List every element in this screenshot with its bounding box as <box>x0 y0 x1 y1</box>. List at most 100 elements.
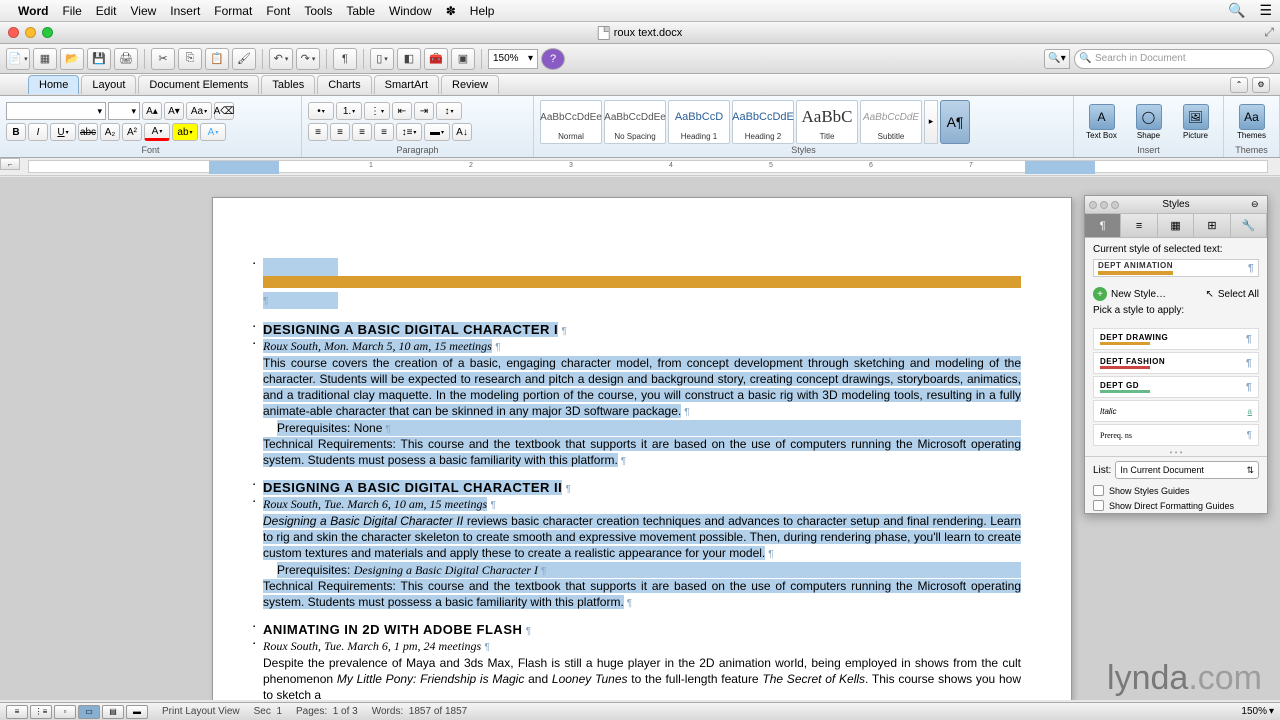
style-entry-fashion[interactable]: DEPT FASHION¶ <box>1093 352 1259 374</box>
increase-indent-button[interactable]: ⇥ <box>414 102 434 120</box>
shading-button[interactable]: ▬ <box>424 123 450 141</box>
print-button[interactable]: 🖨 <box>114 48 138 70</box>
menu-edit[interactable]: Edit <box>96 4 117 18</box>
ribbon-collapse-button[interactable]: ⌃ <box>1230 77 1248 93</box>
superscript-button[interactable]: A² <box>122 123 142 141</box>
style-subtitle[interactable]: AaBbCcDdESubtitle <box>860 100 922 144</box>
page[interactable]: ¶ DESIGNING A BASIC DIGITAL CHARACTER I … <box>212 197 1072 700</box>
styles-panel-titlebar[interactable]: Styles ⊖ <box>1085 196 1267 214</box>
tab-selector[interactable]: ⌐ <box>0 158 20 170</box>
new-document-button[interactable]: 📄 <box>6 48 30 70</box>
style-entry-prereq[interactable]: Prereq. ns¶ <box>1093 424 1259 446</box>
menu-font[interactable]: Font <box>266 4 290 18</box>
open-button[interactable]: 📂 <box>60 48 84 70</box>
change-case-button[interactable]: Aa <box>186 102 212 120</box>
paste-button[interactable]: 📋 <box>205 48 229 70</box>
style-heading1[interactable]: AaBbCcDHeading 1 <box>668 100 730 144</box>
style-entry-italic[interactable]: Italica <box>1093 400 1259 422</box>
sp-tab-show[interactable]: ▦ <box>1158 214 1194 237</box>
horizontal-ruler[interactable]: ⌐ 1 2 3 4 5 6 7 <box>0 158 1280 176</box>
underline-button[interactable]: U <box>50 123 76 141</box>
multilevel-button[interactable]: ⋮ <box>364 102 390 120</box>
tab-layout[interactable]: Layout <box>81 75 136 94</box>
style-heading2[interactable]: AaBbCcDdEHeading 2 <box>732 100 794 144</box>
window-zoom-button[interactable] <box>42 27 53 38</box>
app-name[interactable]: Word <box>18 4 48 18</box>
style-entry-gd[interactable]: DEPT GD¶ <box>1093 376 1259 398</box>
sp-tab-mgr[interactable]: ⊞ <box>1194 214 1230 237</box>
tab-review[interactable]: Review <box>441 75 499 94</box>
view-outline-button[interactable]: ⋮≡ <box>30 705 52 719</box>
new-style-icon[interactable]: + <box>1093 287 1107 301</box>
new-style-button[interactable]: New Style… <box>1111 289 1166 300</box>
styles-panel[interactable]: Styles ⊖ ¶ ≡ ▦ ⊞ 🔧 Current style of sele… <box>1084 195 1268 514</box>
document-area[interactable]: ¶ DESIGNING A BASIC DIGITAL CHARACTER I … <box>0 177 1280 700</box>
styles-more-button[interactable]: ▸ <box>924 100 938 144</box>
shrink-font-button[interactable]: A▾ <box>164 102 184 120</box>
copy-button[interactable]: ⎘ <box>178 48 202 70</box>
grow-font-button[interactable]: A▴ <box>142 102 162 120</box>
text-direction-button[interactable]: ↕ <box>436 102 462 120</box>
toolbox-button[interactable]: 🧰 <box>424 48 448 70</box>
line-spacing-button[interactable]: ↕≡ <box>396 123 422 141</box>
sidebar-button[interactable]: ◧ <box>397 48 421 70</box>
spotlight-icon[interactable]: 🔍 <box>1228 2 1245 19</box>
view-print-layout-button[interactable]: ▭ <box>78 705 100 719</box>
menu-view[interactable]: View <box>130 4 156 18</box>
tab-document-elements[interactable]: Document Elements <box>138 75 259 94</box>
search-scope-dropdown[interactable]: 🔍▾ <box>1044 49 1070 69</box>
menu-help[interactable]: Help <box>470 4 495 18</box>
sp-tab-para[interactable]: ¶ <box>1085 214 1121 237</box>
bullets-button[interactable]: • <box>308 102 334 120</box>
notification-center-icon[interactable]: ☰ <box>1259 2 1272 19</box>
style-no-spacing[interactable]: AaBbCcDdEeNo Spacing <box>604 100 666 144</box>
insert-shape-button[interactable]: ◯Shape <box>1127 104 1170 140</box>
list-filter-dropdown[interactable]: In Current Document⇅ <box>1115 461 1259 479</box>
tab-smartart[interactable]: SmartArt <box>374 75 439 94</box>
style-list[interactable]: DEPT DRAWING¶ DEPT FASHION¶ DEPT GD¶ Ita… <box>1085 326 1267 456</box>
highlight-button[interactable]: ab <box>172 123 198 141</box>
window-close-button[interactable] <box>8 27 19 38</box>
sp-tab-tools[interactable]: 🔧 <box>1231 214 1267 237</box>
sp-tab-list[interactable]: ≡ <box>1121 214 1157 237</box>
styles-pane-button[interactable]: A¶ <box>940 100 970 144</box>
select-all-button[interactable]: Select All <box>1218 289 1259 300</box>
italic-button[interactable]: I <box>28 123 48 141</box>
insert-picture-button[interactable]: 🖼Picture <box>1174 104 1217 140</box>
view-publishing-button[interactable]: ▫ <box>54 705 76 719</box>
font-size-selector[interactable]: ▾ <box>108 102 140 120</box>
bold-button[interactable]: B <box>6 123 26 141</box>
current-style-display[interactable]: DEPT ANIMATION ¶ <box>1093 259 1259 277</box>
menu-insert[interactable]: Insert <box>170 4 200 18</box>
align-left-button[interactable]: ≡ <box>308 123 328 141</box>
themes-button[interactable]: AaThemes <box>1230 104 1273 140</box>
tab-tables[interactable]: Tables <box>261 75 315 94</box>
tab-home[interactable]: Home <box>28 75 79 94</box>
menu-script[interactable]: ✽ <box>446 4 456 18</box>
media-button[interactable]: ▣ <box>451 48 475 70</box>
view-draft-button[interactable]: ≡ <box>6 705 28 719</box>
help-button[interactable]: ? <box>541 48 565 70</box>
subscript-button[interactable]: A₂ <box>100 123 120 141</box>
tab-charts[interactable]: Charts <box>317 75 371 94</box>
redo-button[interactable]: ↷ <box>296 48 320 70</box>
zoom-selector[interactable]: 150%▾ <box>488 49 538 69</box>
strikethrough-button[interactable]: abc <box>78 123 98 141</box>
view-focus-button[interactable]: ▬ <box>126 705 148 719</box>
numbering-button[interactable]: 1. <box>336 102 362 120</box>
clear-formatting-button[interactable]: A⌫ <box>214 102 234 120</box>
menu-tools[interactable]: Tools <box>304 4 332 18</box>
page-indicator[interactable]: 1 of 3 <box>333 706 358 717</box>
style-entry-drawing[interactable]: DEPT DRAWING¶ <box>1093 328 1259 350</box>
format-painter-button[interactable]: 🖌 <box>232 48 256 70</box>
view-notebook-button[interactable]: ▤ <box>102 705 124 719</box>
menu-file[interactable]: File <box>62 4 81 18</box>
sort-button[interactable]: A↓ <box>452 123 472 141</box>
search-input[interactable]: Search in Document <box>1074 49 1274 69</box>
menu-table[interactable]: Table <box>346 4 375 18</box>
word-count[interactable]: 1857 of 1857 <box>409 706 467 717</box>
decrease-indent-button[interactable]: ⇤ <box>392 102 412 120</box>
fullscreen-icon[interactable]: ⤢ <box>1264 25 1274 40</box>
align-center-button[interactable]: ≡ <box>330 123 350 141</box>
show-direct-formatting-checkbox[interactable]: Show Direct Formatting Guides <box>1085 498 1267 513</box>
